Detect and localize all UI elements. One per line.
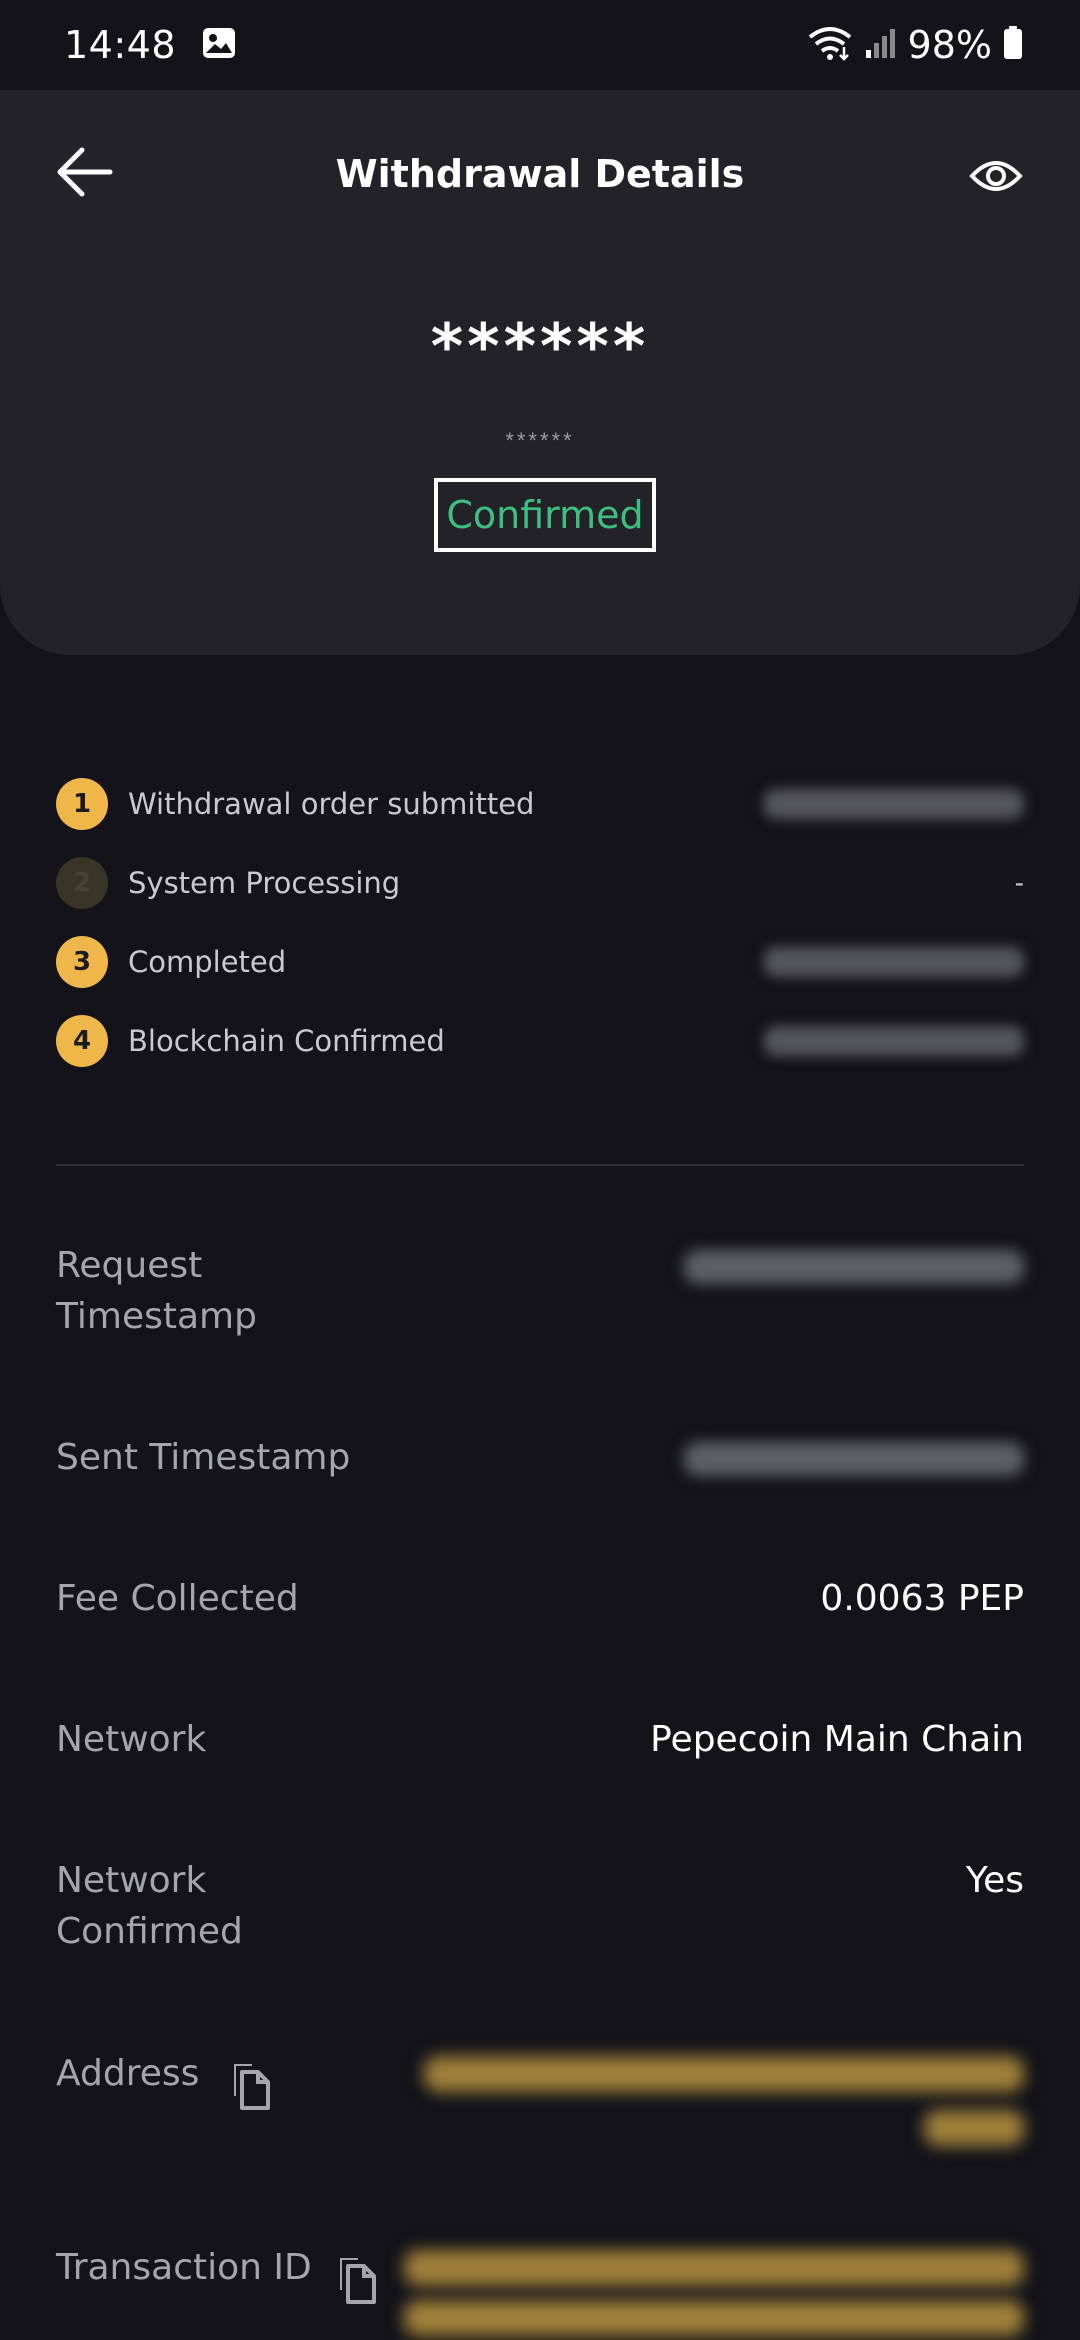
sent-timestamp-row: Sent Timestamp <box>56 1432 1024 1492</box>
step-number: 4 <box>56 1014 108 1067</box>
address-label: Address <box>56 2053 200 2094</box>
network-confirmed-value: Yes <box>965 1860 1024 1901</box>
page-title: Withdrawal Details <box>335 152 745 196</box>
network-confirmed-row: Network Confirmed Yes <box>56 1855 1024 1965</box>
status-bar: 14:48 98% <box>0 0 1080 90</box>
network-label: Network <box>56 1719 207 1760</box>
step-label: System Processing <box>128 865 401 900</box>
step-label: Withdrawal order submitted <box>128 786 535 821</box>
fee-value: 0.0063 PEP <box>820 1578 1024 1619</box>
request-timestamp-row: Request Timestamp <box>56 1240 1024 1350</box>
toggle-visibility-button[interactable] <box>964 148 1028 204</box>
step-completed: 3 Completed <box>56 922 1024 1001</box>
step-processing: 2 System Processing - <box>56 843 1024 922</box>
request-timestamp-label: Request Timestamp <box>56 1245 257 1337</box>
copy-transaction-id-button[interactable] <box>334 2254 382 2306</box>
amount-fiat-value: ****** <box>505 428 575 453</box>
network-value: Pepecoin Main Chain <box>650 1719 1024 1760</box>
address-value-hidden <box>424 2056 1024 2092</box>
copy-icon <box>340 2258 376 2304</box>
step-label: Blockchain Confirmed <box>128 1023 445 1058</box>
step-blockchain-confirmed: 4 Blockchain Confirmed <box>56 1001 1024 1080</box>
step-timestamp-hidden <box>764 788 1024 819</box>
copy-address-button[interactable] <box>228 2060 276 2112</box>
address-value-hidden-end <box>924 2110 1024 2146</box>
progress-steps: 1 Withdrawal order submitted 2 System Pr… <box>56 764 1024 1080</box>
copy-icon <box>234 2064 270 2110</box>
withdrawal-amount: ****** <box>430 310 650 383</box>
eye-icon <box>969 161 1023 191</box>
step-timestamp-hidden <box>764 946 1024 977</box>
signal-icon <box>864 26 898 64</box>
transaction-id-label: Transaction ID <box>56 2247 312 2288</box>
step-submitted: 1 Withdrawal order submitted <box>56 764 1024 843</box>
step-label: Completed <box>128 944 287 979</box>
transaction-id-value-hidden-line2 <box>404 2300 1024 2336</box>
request-timestamp-value-hidden <box>684 1250 1024 1284</box>
step-timestamp: - <box>1014 866 1024 898</box>
network-confirmed-label: Network Confirmed <box>56 1860 243 1952</box>
step-timestamp-hidden <box>764 1025 1024 1056</box>
sent-timestamp-label: Sent Timestamp <box>56 1437 351 1478</box>
battery-percent: 98% <box>907 23 992 67</box>
step-number: 3 <box>56 935 108 988</box>
fee-row: Fee Collected 0.0063 PEP <box>56 1573 1024 1633</box>
gallery-icon <box>202 27 236 63</box>
wifi-icon <box>806 25 854 65</box>
battery-icon <box>1002 25 1024 65</box>
address-row: Address <box>56 2048 1024 2158</box>
transaction-id-row: Transaction ID <box>56 2242 1024 2340</box>
network-row: Network Pepecoin Main Chain <box>56 1714 1024 1774</box>
status-badge: Confirmed <box>434 478 656 552</box>
sent-timestamp-value-hidden <box>684 1442 1024 1476</box>
section-divider <box>56 1164 1024 1166</box>
step-number: 1 <box>56 777 108 830</box>
status-time: 14:48 <box>64 23 177 67</box>
transaction-id-value-hidden <box>404 2250 1024 2286</box>
fee-label: Fee Collected <box>56 1578 299 1619</box>
step-number: 2 <box>56 856 108 909</box>
